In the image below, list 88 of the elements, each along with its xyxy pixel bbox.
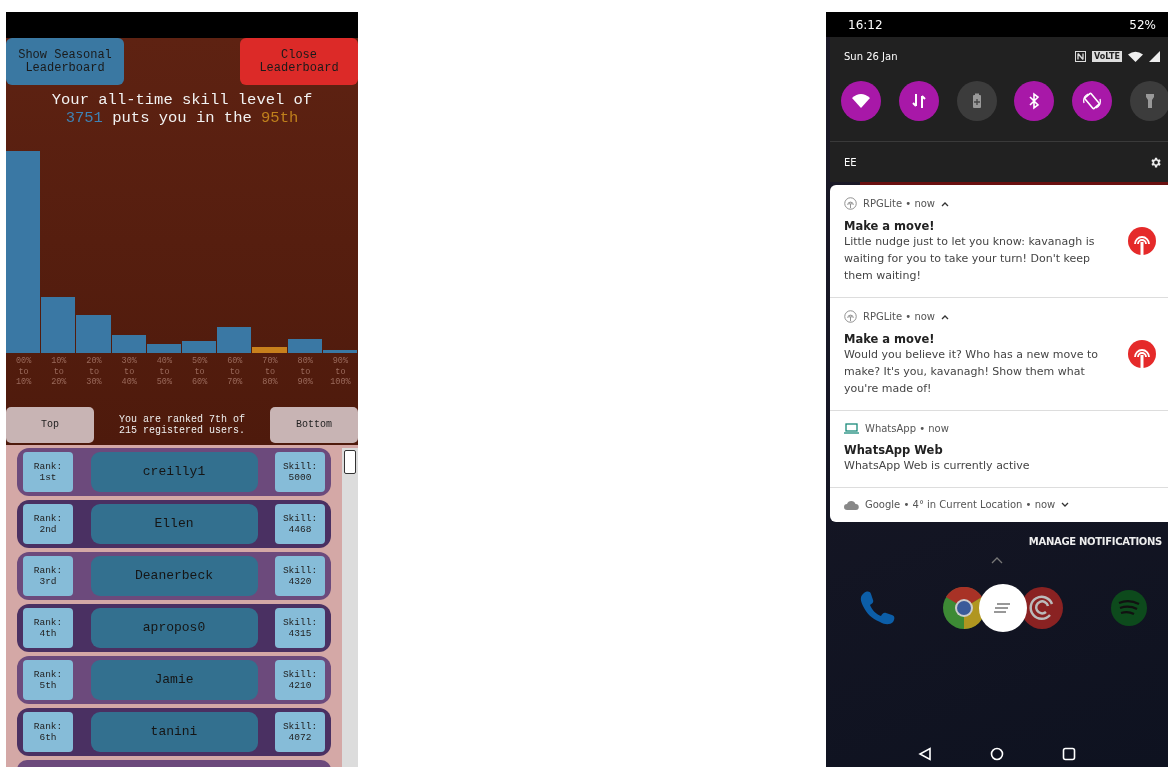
data-toggle[interactable] <box>898 81 939 121</box>
app-logo-icon <box>1128 227 1156 255</box>
leaderboard-row[interactable]: Rank: 3rd Deanerbeck Skill: 4320 <box>17 551 331 600</box>
settings-icon[interactable] <box>1149 155 1162 169</box>
battery-percent-text: 52% <box>1129 17 1156 32</box>
player-name: Ellen <box>90 503 258 544</box>
notification-title: WhatsApp Web <box>844 443 944 457</box>
notification-card[interactable]: WhatsApp • now WhatsApp Web WhatsApp Web is currently active <box>830 411 1168 488</box>
rank-label: Rank: 2nd <box>23 503 73 544</box>
skill-label: Skill: 4320 <box>275 555 325 596</box>
date-text: Sun 26 Jan <box>844 50 898 62</box>
notification-header-text: RPGLite • now <box>863 311 936 322</box>
rotate-icon <box>1082 91 1103 111</box>
wifi-icon <box>1128 50 1143 62</box>
rank-label: Rank: 4th <box>23 607 73 648</box>
player-name: tanini <box>90 711 258 752</box>
volte-badge: VoLTE <box>1092 50 1122 62</box>
leaderboard-row[interactable]: Rank: 2nd Ellen Skill: 4468 <box>17 499 331 548</box>
notification-message: Would you believe it? Who has a new move to make? It's you, kavanagh! Show them what you're made of! <box>844 347 1100 397</box>
broadcast-icon <box>844 197 857 210</box>
bluetooth-toggle[interactable] <box>1014 81 1055 121</box>
notification-card[interactable]: RPGLite • now Make a move! Would you believe it? Who has a new move to make? It's you, kavanagh! Show them what you're made of! <box>830 298 1168 411</box>
rank-label: Rank: 5th <box>23 659 73 700</box>
bar-label: 10% to 20% <box>50 356 68 388</box>
collapse-caret-icon[interactable] <box>941 313 950 320</box>
bar-label: 80% to 90% <box>296 356 314 388</box>
leaderboard-row[interactable]: Rank: 6th tanini Skill: 4072 <box>17 707 331 756</box>
home-icon[interactable] <box>990 747 1004 761</box>
skill-label: Skill: 4072 <box>275 711 325 752</box>
bar-label: 00% to 10% <box>14 356 33 388</box>
leaderboard-row[interactable]: Rank: 5th Jamie Skill: 4210 <box>17 655 331 704</box>
skill-label: Skill: 4468 <box>275 503 325 544</box>
skill-label: Skill: 4210 <box>275 659 325 700</box>
bar-label: 90% to 100% <box>329 356 352 388</box>
up-caret-icon[interactable] <box>991 557 1003 564</box>
tricolor-circle-icon[interactable] <box>943 587 985 629</box>
manage-notifications-button[interactable]: MANAGE NOTIFICATIONS <box>1022 536 1168 547</box>
bar-label: 20% to 30% <box>85 356 103 388</box>
player-name: Deanerbeck <box>90 555 258 596</box>
laptop-icon <box>844 423 859 434</box>
back-icon[interactable] <box>918 747 932 761</box>
notification-header-text: RPGLite • now <box>863 198 936 209</box>
bar-label: 50% to 60% <box>190 356 209 388</box>
rotate-toggle[interactable] <box>1072 81 1113 121</box>
bottom-button[interactable]: Bottom <box>270 406 358 443</box>
seasonal-leaderboard-button[interactable]: Show Seasonal Leaderboard <box>6 38 124 85</box>
signal-icon <box>1149 50 1160 62</box>
rank-label: Rank: 3rd <box>23 555 73 596</box>
collapse-caret-icon[interactable] <box>941 200 950 207</box>
player-name: Jamie <box>90 659 258 700</box>
notification-title: Make a move! <box>844 332 936 346</box>
skill-label: Skill: 4315 <box>275 607 325 648</box>
skill-label: Skill: 5000 <box>275 451 325 492</box>
notification-card[interactable]: RPGLite • now Make a move! Little nudge just to let you know: kavanagh is waiting for you to take your turn! Don't keep them waiting! <box>830 185 1168 298</box>
recents-icon[interactable] <box>1062 747 1076 761</box>
skill-summary-text: Your all-time skill level of 3751 puts you in the 95th <box>50 91 314 127</box>
close-leaderboard-button[interactable]: Close Leaderboard <box>240 38 358 85</box>
floating-menu-button[interactable] <box>979 584 1027 632</box>
notification-header-text: WhatsApp • now <box>865 423 949 434</box>
notification-title: Make a move! <box>844 219 936 233</box>
player-name: apropos0 <box>90 607 258 648</box>
rank-label: Rank: 6th <box>23 711 73 752</box>
bar-label: 30% to 40% <box>120 356 138 388</box>
nfc-icon <box>1075 50 1087 62</box>
top-button[interactable]: Top <box>6 406 94 443</box>
leaderboard-row[interactable]: Rank: 1st creilly1 Skill: 5000 <box>17 447 331 496</box>
broadcast-icon <box>844 310 857 323</box>
app-logo-icon <box>1128 340 1156 368</box>
notification-message: Little nudge just to let you know: kavanagh is waiting for you to take your turn! Don't keep them waiting! <box>844 234 1096 284</box>
bar-label: 70% to 80% <box>261 356 279 388</box>
clock-text: 16:12 <box>848 17 883 32</box>
bar-label: 60% to 70% <box>226 356 244 388</box>
broadcast-app-icon[interactable] <box>1021 587 1063 629</box>
rank-status-text: You are ranked 7th of 215 registered users. <box>118 413 246 436</box>
leaderboard-row[interactable]: Rank: 4th apropos0 Skill: 4315 <box>17 603 331 652</box>
notification-header-text: Google • 4° in Current Location • now <box>865 499 1056 510</box>
scrollbar[interactable] <box>342 447 358 767</box>
bar-label: 40% to 50% <box>155 356 174 388</box>
flashlight-toggle[interactable] <box>1130 81 1168 121</box>
expand-caret-icon[interactable] <box>1061 501 1070 508</box>
notification-message: WhatsApp Web is currently active <box>844 458 1031 474</box>
wifi-toggle[interactable] <box>841 81 881 121</box>
cloud-icon <box>844 499 859 510</box>
battery-toggle[interactable] <box>956 81 997 121</box>
carrier-text: EE <box>844 156 857 168</box>
notification-card[interactable]: Google • 4° in Current Location • now <box>830 488 1168 522</box>
player-name: creilly1 <box>90 451 258 492</box>
rank-label: Rank: 1st <box>23 451 73 492</box>
